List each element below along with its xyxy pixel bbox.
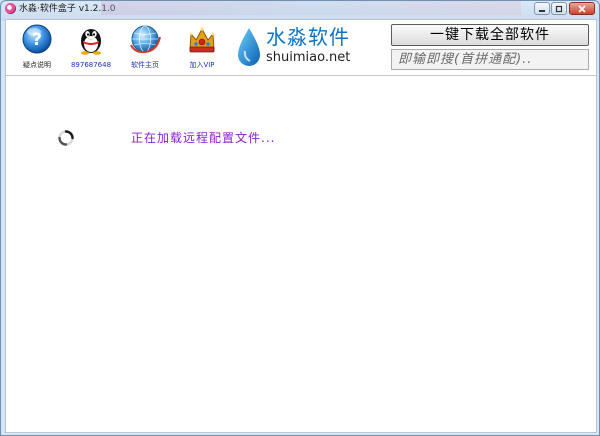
restore-button[interactable]	[551, 2, 567, 15]
close-icon	[578, 4, 586, 13]
join-vip-label: 加入VIP	[189, 61, 215, 69]
brand-domain: shuimiao.net	[266, 50, 351, 65]
svg-text:?: ?	[32, 30, 42, 50]
qq-number-label: 897687648	[70, 61, 112, 69]
close-button[interactable]	[569, 2, 595, 15]
help-label: 疑点说明	[23, 61, 51, 69]
help-button[interactable]: ? 疑点说明	[13, 23, 61, 75]
homepage-label: 软件主页	[131, 61, 159, 69]
toolbar: ? 疑点说明 897687648 软件主页 加入VIP 水淼软件 shuimia…	[6, 20, 596, 76]
qq-penguin-icon	[75, 23, 107, 55]
minimize-button[interactable]	[534, 2, 550, 15]
help-icon: ?	[21, 23, 53, 55]
crown-icon	[186, 23, 218, 55]
loading-spinner-icon	[57, 129, 75, 147]
homepage-button[interactable]: 软件主页	[121, 23, 169, 75]
app-icon	[5, 3, 16, 14]
brand-logo[interactable]: 水淼软件 shuimiao.net	[234, 24, 364, 72]
join-vip-button[interactable]: 加入VIP	[178, 23, 226, 75]
main-panel: ? 疑点说明 897687648 软件主页 加入VIP 水淼软件 shuimia…	[5, 19, 597, 433]
brand-name: 水淼软件	[266, 25, 350, 49]
title-bar-background	[101, 1, 521, 15]
download-all-button[interactable]: 一键下载全部软件	[391, 24, 589, 46]
title-bar[interactable]: 水淼·软件盒子 v1.2.1.0	[1, 1, 599, 17]
restore-icon	[555, 5, 563, 12]
water-drop-logo-icon	[236, 27, 262, 67]
qq-contact-button[interactable]: 897687648	[67, 23, 115, 75]
app-window: 水淼·软件盒子 v1.2.1.0 ? 疑点说明 897687648 软件主页 加…	[0, 0, 600, 436]
content-area: 正在加载远程配置文件...	[6, 77, 596, 432]
loading-status-text: 正在加载远程配置文件...	[131, 131, 276, 145]
search-input[interactable]: 即输即搜(首拼通配)..	[391, 49, 589, 70]
minimize-icon	[539, 9, 545, 12]
globe-icon	[129, 23, 161, 55]
